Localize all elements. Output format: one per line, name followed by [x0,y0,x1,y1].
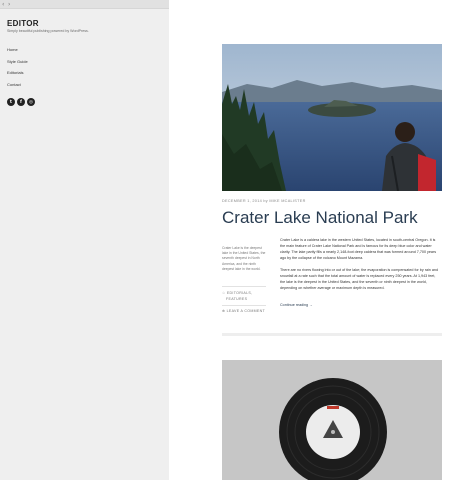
site-title[interactable]: EDITOR [7,19,39,28]
post-title[interactable]: Crater Lake National Park [222,208,418,228]
post-paragraph-1: Crater Lake is a caldera lake in the wes… [280,238,437,260]
site-tagline: Simply beautiful publishing powered by W… [7,29,89,33]
menu-item-home[interactable]: Home [7,44,28,56]
excerpt-divider [222,286,266,287]
post-categories-line2[interactable]: FEATURES [226,297,270,301]
sidebar: ‹ › EDITOR Simply beautiful publishing p… [0,0,169,480]
main-menu: Home Style Guide Editorials Contact [7,44,28,90]
next-post-featured-image[interactable] [222,360,442,480]
forward-arrow-icon[interactable]: › [8,1,10,8]
leave-comment-link[interactable]: ⊕ LEAVE A COMMENT [222,309,266,313]
menu-item-contact[interactable]: Contact [7,79,28,91]
crater-lake-photo [222,44,442,191]
post-featured-image[interactable] [222,44,442,191]
post-categories-line1[interactable]: ☆ EDITORIALS, [222,291,266,295]
post-paragraph-2: There are no rivers flowing into or out … [280,268,439,290]
menu-item-style-guide[interactable]: Style Guide [7,56,28,68]
categories-divider [222,305,266,306]
back-arrow-icon[interactable]: ‹ [2,1,4,8]
vinyl-record-photo [222,360,442,480]
post-excerpt: Crater Lake is the deepest lake in the U… [222,246,266,271]
main-content: DECEMBER 1, 2014 by MIKE MCALISTER Crate… [169,0,450,480]
menu-item-editorials[interactable]: Editorials [7,67,28,79]
post-divider [222,333,442,336]
instagram-icon[interactable]: ◎ [27,98,35,106]
social-links: t f ◎ [7,98,35,106]
facebook-icon[interactable]: f [17,98,25,106]
continue-reading-link[interactable]: Continue reading → [280,303,313,307]
post-meta: DECEMBER 1, 2014 by MIKE MCALISTER [222,199,306,203]
sidebar-topbar: ‹ › [0,0,169,9]
twitter-icon[interactable]: t [7,98,15,106]
